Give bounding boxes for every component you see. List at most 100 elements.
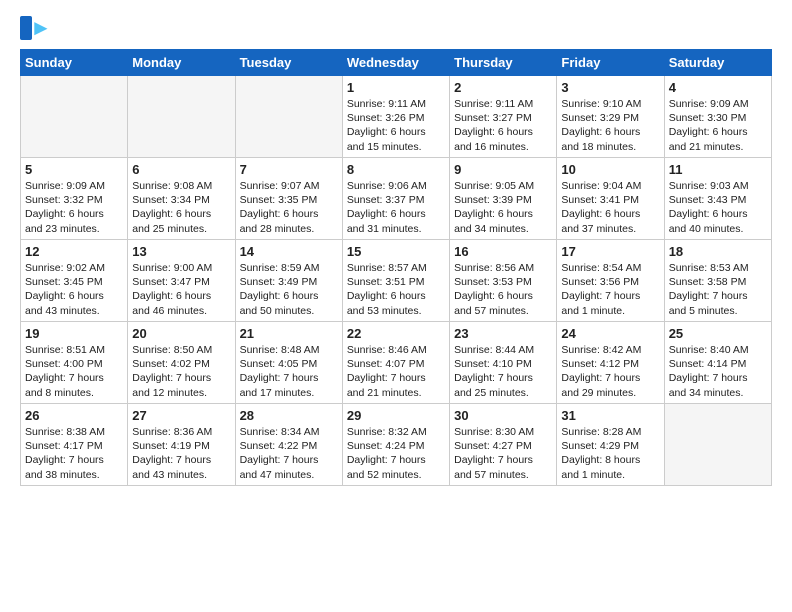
day-number: 5: [25, 162, 123, 177]
day-number: 23: [454, 326, 552, 341]
weekday-header-thursday: Thursday: [450, 50, 557, 76]
weekday-header-wednesday: Wednesday: [342, 50, 449, 76]
day-info: Sunrise: 8:28 AM Sunset: 4:29 PM Dayligh…: [561, 425, 659, 482]
day-info: Sunrise: 8:57 AM Sunset: 3:51 PM Dayligh…: [347, 261, 445, 318]
day-number: 8: [347, 162, 445, 177]
day-cell: 8 Sunrise: 9:06 AM Sunset: 3:37 PM Daylig…: [342, 158, 449, 240]
day-number: 13: [132, 244, 230, 259]
day-cell: 1 Sunrise: 9:11 AM Sunset: 3:26 PM Daylig…: [342, 76, 449, 158]
day-cell: 23 Sunrise: 8:44 AM Sunset: 4:10 PM Dayli…: [450, 322, 557, 404]
day-number: 9: [454, 162, 552, 177]
day-cell: 17Sunrise: 8:54 AM Sunset: 3:56 PM Dayli…: [557, 240, 664, 322]
day-cell: 22 Sunrise: 8:46 AM Sunset: 4:07 PM Dayli…: [342, 322, 449, 404]
day-number: 1: [347, 80, 445, 95]
day-info: Sunrise: 9:02 AM Sunset: 3:45 PM Dayligh…: [25, 261, 123, 318]
day-number: 16: [454, 244, 552, 259]
weekday-header-tuesday: Tuesday: [235, 50, 342, 76]
day-number: 18: [669, 244, 767, 259]
day-number: 22: [347, 326, 445, 341]
day-number: 4: [669, 80, 767, 95]
day-info: Sunrise: 8:51 AM Sunset: 4:00 PM Dayligh…: [25, 343, 123, 400]
day-info: Sunrise: 8:46 AM Sunset: 4:07 PM Dayligh…: [347, 343, 445, 400]
day-cell: 13 Sunrise: 9:00 AM Sunset: 3:47 PM Dayli…: [128, 240, 235, 322]
day-info: Sunrise: 8:50 AM Sunset: 4:02 PM Dayligh…: [132, 343, 230, 400]
day-info: Sunrise: 8:32 AM Sunset: 4:24 PM Dayligh…: [347, 425, 445, 482]
day-number: 19: [25, 326, 123, 341]
day-number: 28: [240, 408, 338, 423]
day-cell: 4Sunrise: 9:09 AM Sunset: 3:30 PM Daylig…: [664, 76, 771, 158]
day-number: 25: [669, 326, 767, 341]
day-cell: [21, 76, 128, 158]
day-number: 29: [347, 408, 445, 423]
day-cell: [235, 76, 342, 158]
day-info: Sunrise: 8:53 AM Sunset: 3:58 PM Dayligh…: [669, 261, 767, 318]
day-cell: 18 Sunrise: 8:53 AM Sunset: 3:58 PM Dayli…: [664, 240, 771, 322]
day-number: 14: [240, 244, 338, 259]
day-cell: 15 Sunrise: 8:57 AM Sunset: 3:51 PM Dayli…: [342, 240, 449, 322]
day-number: 7: [240, 162, 338, 177]
day-number: 6: [132, 162, 230, 177]
day-number: 21: [240, 326, 338, 341]
week-row-2: 5 Sunrise: 9:09 AM Sunset: 3:32 PM Daylig…: [21, 158, 772, 240]
day-info: Sunrise: 9:08 AM Sunset: 3:34 PM Dayligh…: [132, 179, 230, 236]
weekday-header-sunday: Sunday: [21, 50, 128, 76]
logo-arrow-icon: ►: [30, 15, 52, 41]
day-info: Sunrise: 8:44 AM Sunset: 4:10 PM Dayligh…: [454, 343, 552, 400]
day-info: Sunrise: 9:10 AM Sunset: 3:29 PM Dayligh…: [561, 97, 659, 154]
day-cell: 29 Sunrise: 8:32 AM Sunset: 4:24 PM Dayli…: [342, 404, 449, 486]
day-number: 11: [669, 162, 767, 177]
day-cell: 28 Sunrise: 8:34 AM Sunset: 4:22 PM Dayli…: [235, 404, 342, 486]
weekday-header-saturday: Saturday: [664, 50, 771, 76]
day-number: 27: [132, 408, 230, 423]
day-cell: 19 Sunrise: 8:51 AM Sunset: 4:00 PM Dayli…: [21, 322, 128, 404]
day-number: 15: [347, 244, 445, 259]
day-cell: 9 Sunrise: 9:05 AM Sunset: 3:39 PM Daylig…: [450, 158, 557, 240]
day-cell: 16 Sunrise: 8:56 AM Sunset: 3:53 PM Dayli…: [450, 240, 557, 322]
day-cell: 24Sunrise: 8:42 AM Sunset: 4:12 PM Dayli…: [557, 322, 664, 404]
day-info: Sunrise: 9:11 AM Sunset: 3:27 PM Dayligh…: [454, 97, 552, 154]
day-info: Sunrise: 8:34 AM Sunset: 4:22 PM Dayligh…: [240, 425, 338, 482]
calendar-table: SundayMondayTuesdayWednesdayThursdayFrid…: [20, 49, 772, 486]
day-cell: [664, 404, 771, 486]
week-row-3: 12Sunrise: 9:02 AM Sunset: 3:45 PM Dayli…: [21, 240, 772, 322]
day-info: Sunrise: 8:42 AM Sunset: 4:12 PM Dayligh…: [561, 343, 659, 400]
day-info: Sunrise: 9:03 AM Sunset: 3:43 PM Dayligh…: [669, 179, 767, 236]
day-info: Sunrise: 9:11 AM Sunset: 3:26 PM Dayligh…: [347, 97, 445, 154]
day-cell: 20 Sunrise: 8:50 AM Sunset: 4:02 PM Dayli…: [128, 322, 235, 404]
weekday-header-monday: Monday: [128, 50, 235, 76]
day-cell: [128, 76, 235, 158]
calendar-page: ► SundayMondayTuesdayWednesdayThursdayFr…: [0, 0, 792, 612]
day-cell: 6 Sunrise: 9:08 AM Sunset: 3:34 PM Daylig…: [128, 158, 235, 240]
day-info: Sunrise: 8:56 AM Sunset: 3:53 PM Dayligh…: [454, 261, 552, 318]
day-number: 10: [561, 162, 659, 177]
day-info: Sunrise: 8:59 AM Sunset: 3:49 PM Dayligh…: [240, 261, 338, 318]
day-cell: 11 Sunrise: 9:03 AM Sunset: 3:43 PM Dayli…: [664, 158, 771, 240]
day-info: Sunrise: 8:36 AM Sunset: 4:19 PM Dayligh…: [132, 425, 230, 482]
day-info: Sunrise: 9:00 AM Sunset: 3:47 PM Dayligh…: [132, 261, 230, 318]
weekday-header-row: SundayMondayTuesdayWednesdayThursdayFrid…: [21, 50, 772, 76]
day-number: 2: [454, 80, 552, 95]
day-info: Sunrise: 9:09 AM Sunset: 3:32 PM Dayligh…: [25, 179, 123, 236]
day-info: Sunrise: 8:30 AM Sunset: 4:27 PM Dayligh…: [454, 425, 552, 482]
day-cell: 5 Sunrise: 9:09 AM Sunset: 3:32 PM Daylig…: [21, 158, 128, 240]
day-cell: 27 Sunrise: 8:36 AM Sunset: 4:19 PM Dayli…: [128, 404, 235, 486]
day-info: Sunrise: 9:06 AM Sunset: 3:37 PM Dayligh…: [347, 179, 445, 236]
day-info: Sunrise: 8:54 AM Sunset: 3:56 PM Dayligh…: [561, 261, 659, 318]
week-row-4: 19 Sunrise: 8:51 AM Sunset: 4:00 PM Dayli…: [21, 322, 772, 404]
day-cell: 30 Sunrise: 8:30 AM Sunset: 4:27 PM Dayli…: [450, 404, 557, 486]
day-cell: 7 Sunrise: 9:07 AM Sunset: 3:35 PM Daylig…: [235, 158, 342, 240]
week-row-1: 1 Sunrise: 9:11 AM Sunset: 3:26 PM Daylig…: [21, 76, 772, 158]
day-info: Sunrise: 9:05 AM Sunset: 3:39 PM Dayligh…: [454, 179, 552, 236]
day-info: Sunrise: 9:07 AM Sunset: 3:35 PM Dayligh…: [240, 179, 338, 236]
day-info: Sunrise: 9:04 AM Sunset: 3:41 PM Dayligh…: [561, 179, 659, 236]
week-row-5: 26Sunrise: 8:38 AM Sunset: 4:17 PM Dayli…: [21, 404, 772, 486]
day-cell: 14 Sunrise: 8:59 AM Sunset: 3:49 PM Dayli…: [235, 240, 342, 322]
day-number: 3: [561, 80, 659, 95]
day-cell: 26Sunrise: 8:38 AM Sunset: 4:17 PM Dayli…: [21, 404, 128, 486]
header: ►: [20, 15, 772, 41]
day-number: 30: [454, 408, 552, 423]
day-number: 26: [25, 408, 123, 423]
day-cell: 2 Sunrise: 9:11 AM Sunset: 3:27 PM Daylig…: [450, 76, 557, 158]
day-number: 20: [132, 326, 230, 341]
day-cell: 3 Sunrise: 9:10 AM Sunset: 3:29 PM Daylig…: [557, 76, 664, 158]
